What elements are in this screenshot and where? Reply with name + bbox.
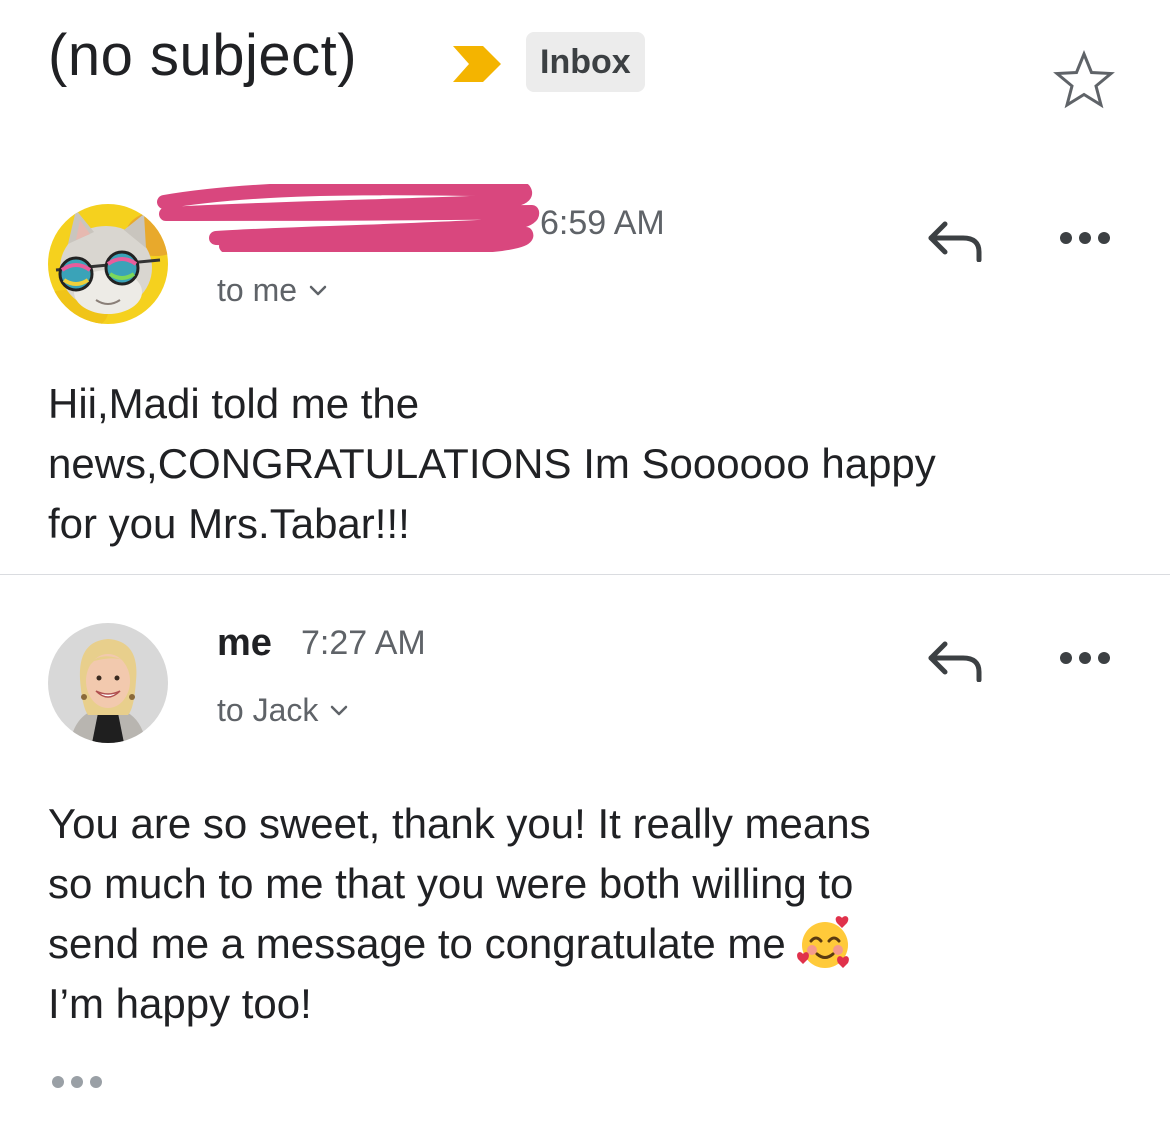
reply-icon[interactable] <box>925 638 985 682</box>
message-divider <box>0 574 1170 575</box>
importance-marker-icon[interactable] <box>449 42 505 86</box>
smiling-face-with-hearts-emoji-icon <box>796 916 849 968</box>
more-options-icon[interactable] <box>1058 230 1112 246</box>
more-options-icon[interactable] <box>1058 650 1112 666</box>
body-line: for you Mrs.Tabar!!! <box>48 500 410 547</box>
recipient-label: to Jack <box>217 692 319 728</box>
message-body: You are so sweet, thank you! It really m… <box>48 794 871 1034</box>
chevron-down-icon <box>331 705 348 715</box>
body-line-with-emoji: send me a message to congratulate me <box>48 914 871 974</box>
recipient-label: to me <box>217 272 298 308</box>
cat-with-sunglasses-avatar[interactable] <box>48 204 168 324</box>
message-body: Hii,Madi told me the news,CONGRATULATION… <box>48 374 936 554</box>
body-line: You are so sweet, thank you! It really m… <box>48 800 871 847</box>
star-icon[interactable] <box>1052 50 1116 110</box>
body-line: I’m happy too! <box>48 980 312 1027</box>
inbox-label-chip[interactable]: Inbox <box>526 32 645 92</box>
smiling-woman-avatar[interactable] <box>48 623 168 743</box>
sender-name: me <box>217 622 272 664</box>
body-line: send me a message to congratulate me <box>48 920 786 967</box>
message-time: 6:59 AM <box>540 204 665 242</box>
show-trimmed-content-icon[interactable] <box>50 1074 104 1090</box>
chevron-down-icon <box>309 285 327 295</box>
redacted-sender-name <box>157 184 540 252</box>
message-time: 7:27 AM <box>301 624 426 662</box>
body-line: so much to me that you were both willing… <box>48 860 854 907</box>
recipient-toggle[interactable]: to Jack <box>217 692 348 729</box>
body-line: Hii,Madi told me the <box>48 380 420 427</box>
body-line: news,CONGRATULATIONS Im Soooooo happy <box>48 440 936 487</box>
reply-icon[interactable] <box>925 218 985 262</box>
recipient-toggle[interactable]: to me <box>217 272 327 309</box>
email-subject: (no subject) <box>48 23 358 88</box>
